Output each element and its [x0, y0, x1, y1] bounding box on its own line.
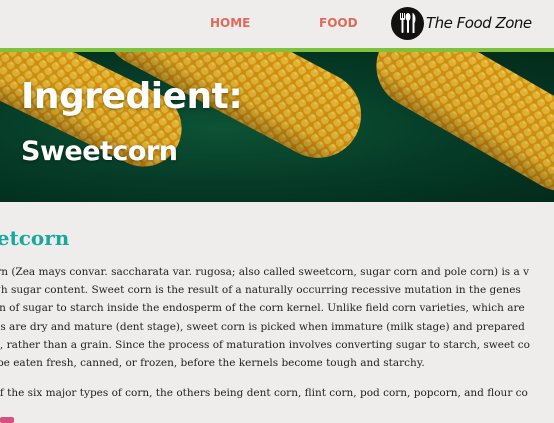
nav-food-link[interactable]: FOOD	[319, 16, 358, 30]
paragraph-line: st be eaten fresh, canned, or frozen, be…	[0, 357, 425, 370]
paragraph-line: high sugar content. Sweet corn is the re…	[0, 284, 521, 297]
logo-text: The Food Zone	[426, 14, 532, 32]
fork-spoon-knife-icon	[391, 6, 424, 40]
top-nav: HOME FOOD The Food Zone	[0, 0, 554, 48]
article-heading: eetcorn	[0, 226, 70, 250]
next-heading-fragment	[0, 417, 14, 423]
corn-image	[0, 52, 554, 202]
site-logo[interactable]: The Food Zone	[391, 6, 532, 40]
article-content: eetcorn corn (Zea mays convar. saccharat…	[0, 226, 554, 423]
article-paragraph-2: e of the six major types of corn, the ot…	[0, 384, 528, 402]
nav-home-link[interactable]: HOME	[210, 16, 250, 30]
hero-title: Ingredient:	[21, 76, 243, 117]
paragraph-line: sion of sugar to starch inside the endos…	[0, 302, 525, 315]
paragraph-line: ole, rather than a grain. Since the proc…	[0, 338, 530, 351]
paragraph-line: corn (Zea mays convar. saccharata var. r…	[0, 266, 530, 278]
article-paragraph-1: corn (Zea mays convar. saccharata var. r…	[0, 263, 530, 372]
hero-banner: Ingredient: Sweetcorn	[0, 52, 554, 202]
paragraph-line: nels are dry and mature (dent stage), sw…	[0, 320, 525, 333]
hero-subtitle: Sweetcorn	[21, 136, 178, 167]
paragraph-line: e of the six major types of corn, the ot…	[0, 387, 528, 399]
